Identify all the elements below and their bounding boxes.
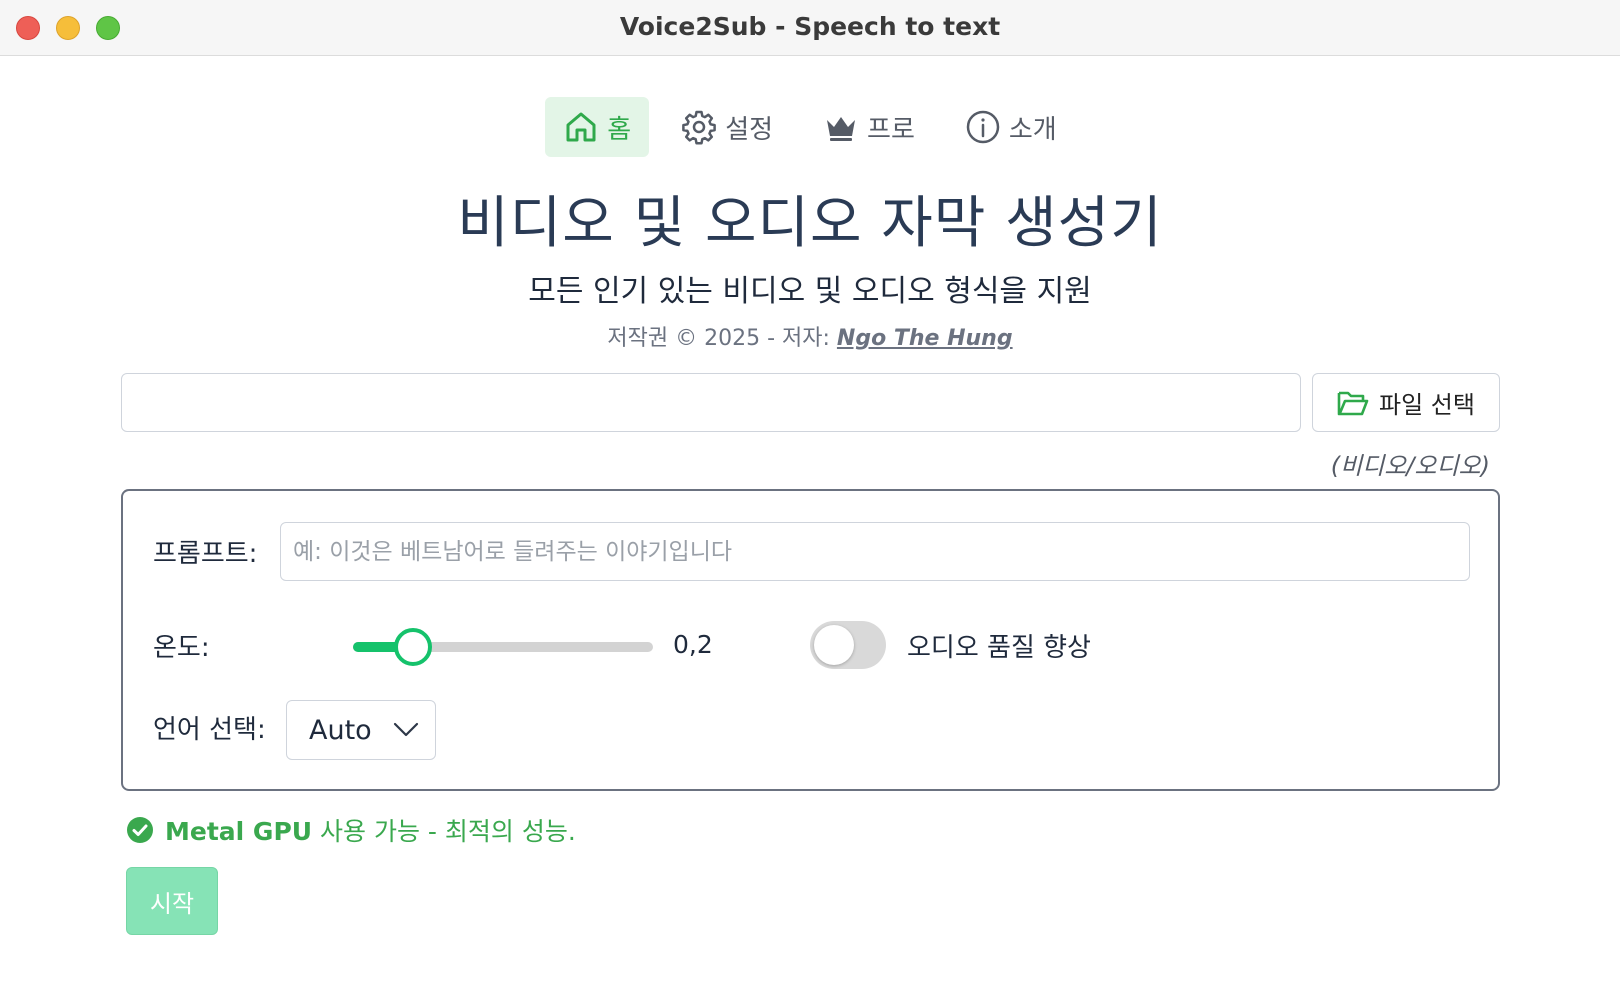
temperature-slider[interactable] bbox=[353, 628, 653, 666]
folder-open-icon bbox=[1337, 391, 1369, 415]
temperature-value: 0,2 bbox=[673, 630, 713, 659]
copyright-line: 저작권 © 2025 - 저자: Ngo The Hung bbox=[0, 320, 1620, 352]
toggle-knob bbox=[814, 625, 854, 665]
file-path-input[interactable] bbox=[121, 373, 1301, 432]
nav-item-pro[interactable]: 프로 bbox=[805, 97, 933, 157]
nav-item-label: 프로 bbox=[867, 114, 915, 145]
info-icon bbox=[966, 110, 1000, 144]
language-select[interactable]: Auto bbox=[286, 700, 436, 760]
language-label: 언어 선택: bbox=[153, 715, 266, 745]
temperature-slider-thumb[interactable] bbox=[394, 628, 432, 666]
enhance-audio-label: 오디오 품질 향상 bbox=[907, 633, 1091, 663]
nav-item-home[interactable]: 홈 bbox=[545, 97, 650, 157]
enhance-audio-toggle[interactable] bbox=[810, 621, 886, 669]
temperature-label: 온도: bbox=[153, 633, 210, 663]
select-file-label: 파일 선택 bbox=[1379, 391, 1475, 419]
nav-item-label: 설정 bbox=[725, 114, 774, 145]
language-select-value: Auto bbox=[309, 714, 372, 746]
crown-icon bbox=[827, 117, 856, 141]
gpu-status-detail: 사용 가능 - 최적의 성능. bbox=[312, 817, 576, 846]
select-file-button[interactable]: 파일 선택 bbox=[1312, 373, 1500, 432]
nav-item-settings[interactable]: 설정 bbox=[663, 97, 791, 157]
check-circle-icon bbox=[127, 817, 153, 843]
author-link[interactable]: Ngo The Hung bbox=[837, 326, 1013, 351]
prompt-input[interactable] bbox=[280, 522, 1470, 581]
window-title: Voice2Sub - Speech to text bbox=[619, 12, 1001, 41]
prompt-label: 프롬프트: bbox=[153, 539, 258, 569]
page-subtitle: 모든 인기 있는 비디오 및 오디오 형식을 지원 bbox=[528, 274, 1092, 309]
start-button[interactable]: 시작 bbox=[126, 867, 218, 935]
title-bar: Voice2Sub - Speech to text bbox=[0, 0, 1620, 56]
settings-panel: 프롬프트: 온도: 0,2 오디오 품질 향상 언어 선택: Auto bbox=[121, 489, 1500, 791]
nav-item-label: 소개 bbox=[1008, 114, 1057, 145]
page-title: 비디오 및 오디오 자막 생성기 bbox=[457, 191, 1163, 256]
chevron-down-icon bbox=[393, 722, 419, 737]
nav-item-about[interactable]: 소개 bbox=[947, 97, 1075, 157]
gear-icon bbox=[682, 110, 717, 145]
file-type-hint: (비디오/오디오) bbox=[1330, 452, 1490, 480]
gpu-status: Metal GPU 사용 가능 - 최적의 성능. bbox=[127, 812, 576, 848]
gpu-status-strong: Metal GPU bbox=[165, 817, 313, 846]
home-icon bbox=[566, 112, 596, 142]
nav-item-label: 홈 bbox=[607, 114, 632, 145]
copyright-text: 저작권 © 2025 - 저자: bbox=[607, 326, 837, 351]
gpu-status-text: Metal GPU 사용 가능 - 최적의 성능. bbox=[165, 812, 576, 848]
app-window: Voice2Sub - Speech to text 홈 설정 프로 소개 비디… bbox=[0, 0, 1620, 990]
top-nav: 홈 설정 프로 소개 bbox=[0, 97, 1620, 157]
